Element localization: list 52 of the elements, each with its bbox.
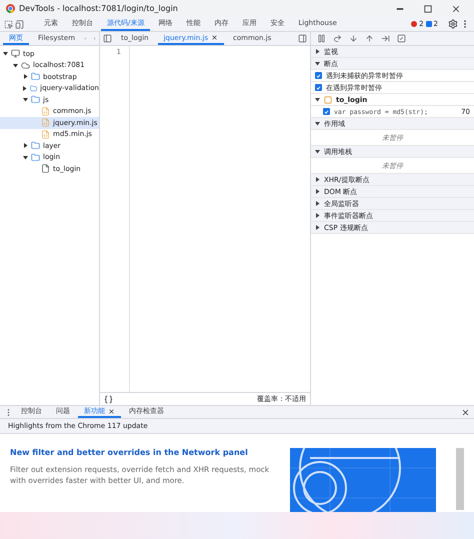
sidebar-toggle-icon[interactable] — [103, 34, 112, 43]
frame-icon — [11, 49, 20, 58]
collapsed-arrow-icon — [315, 49, 320, 54]
file-icon — [41, 164, 50, 174]
close-icon[interactable] — [108, 408, 115, 414]
window-title: DevTools - localhost:7081/login/to_login — [19, 4, 179, 13]
browser-logo-icon — [6, 4, 15, 13]
file-icon — [41, 118, 50, 128]
expanded-arrow-icon — [315, 121, 320, 126]
expanded-arrow-icon — [315, 61, 320, 66]
deactivate-breakpoints-icon[interactable] — [397, 34, 406, 43]
expanded-arrow-icon — [12, 62, 18, 68]
expanded-arrow-icon — [22, 97, 28, 102]
checkbox[interactable] — [315, 84, 322, 91]
cloud-icon — [21, 60, 30, 70]
file-icon — [41, 106, 50, 116]
checkbox[interactable] — [323, 108, 330, 115]
collapsed-arrow-icon — [315, 177, 320, 182]
settings-icon[interactable] — [448, 19, 458, 29]
file-icon — [324, 96, 332, 104]
collapsed-arrow-icon — [315, 201, 320, 206]
close-icon[interactable] — [211, 34, 218, 41]
step-icon[interactable] — [381, 34, 390, 43]
pause-icon[interactable] — [317, 34, 326, 43]
expanded-arrow-icon — [22, 154, 28, 160]
collapsed-arrow-icon — [315, 213, 320, 218]
sidebar-toggle-icon[interactable] — [298, 34, 307, 43]
collapsed-arrow-icon — [22, 143, 28, 148]
checkbox[interactable] — [315, 72, 322, 79]
device-icon[interactable] — [15, 20, 24, 28]
collapsed-arrow-icon — [315, 189, 320, 194]
pretty-print-icon[interactable] — [104, 394, 113, 404]
inspect-icon[interactable] — [4, 20, 13, 28]
folder-icon — [31, 141, 40, 150]
collapsed-arrow-icon — [315, 225, 320, 230]
step-over-icon[interactable] — [333, 34, 342, 43]
feature-title: New filter and better overrides in the Network panel — [10, 448, 249, 457]
folder-icon — [31, 95, 40, 104]
expanded-arrow-icon — [315, 149, 320, 154]
file-icon — [41, 130, 50, 139]
step-into-icon[interactable] — [349, 34, 358, 43]
step-out-icon[interactable] — [365, 34, 374, 43]
collapsed-arrow-icon — [22, 86, 27, 91]
maximize-icon[interactable] — [424, 4, 432, 12]
folder-icon — [31, 152, 40, 162]
folder-icon — [31, 72, 40, 82]
expanded-arrow-icon — [2, 51, 8, 56]
collapsed-arrow-icon — [22, 74, 28, 80]
scrollbar[interactable] — [456, 448, 464, 510]
folder-icon — [30, 84, 38, 93]
close-icon[interactable] — [461, 408, 470, 416]
close-icon[interactable] — [451, 4, 461, 14]
